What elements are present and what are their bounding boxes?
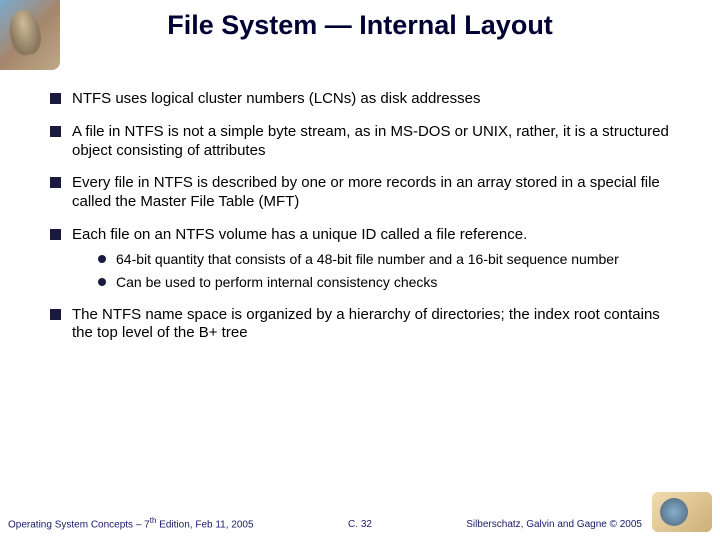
bullet-text: NTFS uses logical cluster numbers (LCNs)…: [72, 90, 480, 107]
slide: File System — Internal Layout NTFS uses …: [0, 0, 720, 540]
bullet-item: Each file on an NTFS volume has a unique…: [50, 226, 670, 292]
sub-bullet-item: 64-bit quantity that consists of a 48-bi…: [98, 251, 670, 269]
slide-title: File System — Internal Layout: [0, 10, 720, 41]
bullet-item: A file in NTFS is not a simple byte stre…: [50, 123, 670, 161]
bullet-list: NTFS uses logical cluster numbers (LCNs)…: [50, 90, 670, 343]
bullet-item: Every file in NTFS is described by one o…: [50, 174, 670, 212]
dinosaur-logo-bottom: [652, 492, 712, 532]
bullet-item: NTFS uses logical cluster numbers (LCNs)…: [50, 90, 670, 109]
bullet-text: Every file in NTFS is described by one o…: [72, 174, 660, 210]
bullet-text: Each file on an NTFS volume has a unique…: [72, 226, 527, 243]
slide-body: NTFS uses logical cluster numbers (LCNs)…: [50, 90, 670, 357]
bullet-text: The NTFS name space is organized by a hi…: [72, 306, 660, 342]
sub-bullet-list: 64-bit quantity that consists of a 48-bi…: [98, 251, 670, 292]
sub-bullet-text: Can be used to perform internal consiste…: [116, 274, 437, 290]
bullet-item: The NTFS name space is organized by a hi…: [50, 306, 670, 344]
footer-right: Silberschatz, Galvin and Gagne © 2005: [466, 519, 642, 530]
sub-bullet-text: 64-bit quantity that consists of a 48-bi…: [116, 251, 619, 267]
sub-bullet-item: Can be used to perform internal consiste…: [98, 274, 670, 292]
bullet-text: A file in NTFS is not a simple byte stre…: [72, 123, 669, 159]
